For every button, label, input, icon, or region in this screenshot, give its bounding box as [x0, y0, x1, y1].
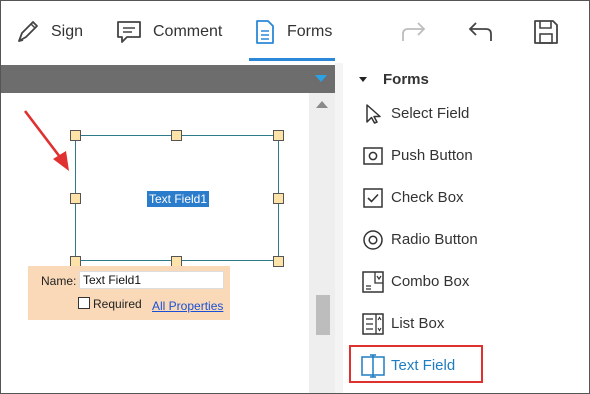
collapse-triangle-icon	[359, 76, 367, 82]
forms-item-select-field[interactable]: Select Field	[347, 93, 589, 133]
resize-handle-left[interactable]	[70, 193, 81, 204]
save-icon[interactable]	[531, 17, 561, 47]
forms-label: Forms	[287, 23, 333, 40]
comment-button[interactable]: Comment	[115, 1, 222, 63]
comment-icon	[115, 18, 143, 46]
forms-item-label: Check Box	[391, 189, 464, 206]
required-checkbox[interactable]	[78, 297, 90, 309]
forms-item-label: Text Field	[391, 357, 456, 374]
resize-handle-top[interactable]	[171, 130, 182, 141]
resize-handle-top-left[interactable]	[70, 130, 81, 141]
combo-box-icon	[361, 270, 385, 294]
panel-divider[interactable]	[335, 63, 343, 393]
forms-item-label: Push Button	[391, 147, 473, 164]
forms-item-combo-box[interactable]: Combo Box	[347, 261, 589, 301]
text-field-name: Text Field1	[147, 191, 210, 207]
chevron-down-icon[interactable]	[315, 75, 327, 82]
resize-handle-top-right[interactable]	[273, 130, 284, 141]
document-icon	[253, 18, 277, 46]
forms-section-header[interactable]: Forms	[359, 69, 429, 89]
all-properties-link[interactable]: All Properties	[152, 299, 223, 313]
forms-item-list-box[interactable]: List Box	[347, 303, 589, 343]
scroll-thumb[interactable]	[316, 295, 330, 335]
forms-item-check-box[interactable]: Check Box	[347, 177, 589, 217]
forms-item-label: Combo Box	[391, 273, 470, 290]
push-button-icon	[361, 144, 385, 168]
forms-panel-title: Forms	[383, 70, 429, 88]
resize-handle-bottom-right[interactable]	[273, 256, 284, 267]
forms-item-radio-button[interactable]: Radio Button	[347, 219, 589, 259]
app-window: Sign Comment Forms Text Field1 Name: Tex…	[0, 0, 590, 394]
forms-panel: Forms Select Field Push Button Check Box	[343, 63, 589, 393]
cursor-arrow-icon	[361, 102, 385, 126]
list-box-icon	[361, 312, 385, 336]
pen-icon	[15, 18, 41, 46]
required-label: Required	[93, 297, 142, 311]
document-header-bar	[1, 65, 335, 93]
forms-item-push-button[interactable]: Push Button	[347, 135, 589, 175]
forms-item-label: Select Field	[391, 105, 470, 122]
sign-button[interactable]: Sign	[15, 1, 83, 63]
toolbar: Sign Comment Forms	[1, 1, 589, 63]
active-tab-indicator	[249, 58, 335, 61]
sign-label: Sign	[51, 23, 84, 40]
name-label: Name:	[41, 274, 77, 288]
text-field-icon	[361, 354, 385, 378]
scroll-up-icon[interactable]	[316, 101, 328, 108]
undo-icon[interactable]	[465, 17, 495, 47]
redo-icon[interactable]	[399, 17, 429, 47]
field-properties-popup: Name: Text Field1 Required All Propertie…	[28, 266, 230, 320]
tab-forms[interactable]: Forms	[249, 1, 335, 63]
resize-handle-right[interactable]	[273, 193, 284, 204]
forms-item-label: List Box	[391, 315, 445, 332]
forms-item-label: Radio Button	[391, 231, 478, 248]
forms-item-text-field[interactable]: Text Field	[347, 345, 589, 385]
radio-button-icon	[361, 228, 385, 252]
name-field[interactable]: Text Field1	[79, 271, 224, 289]
check-box-icon	[361, 186, 385, 210]
vertical-scrollbar[interactable]	[309, 93, 335, 393]
comment-label: Comment	[153, 23, 223, 40]
